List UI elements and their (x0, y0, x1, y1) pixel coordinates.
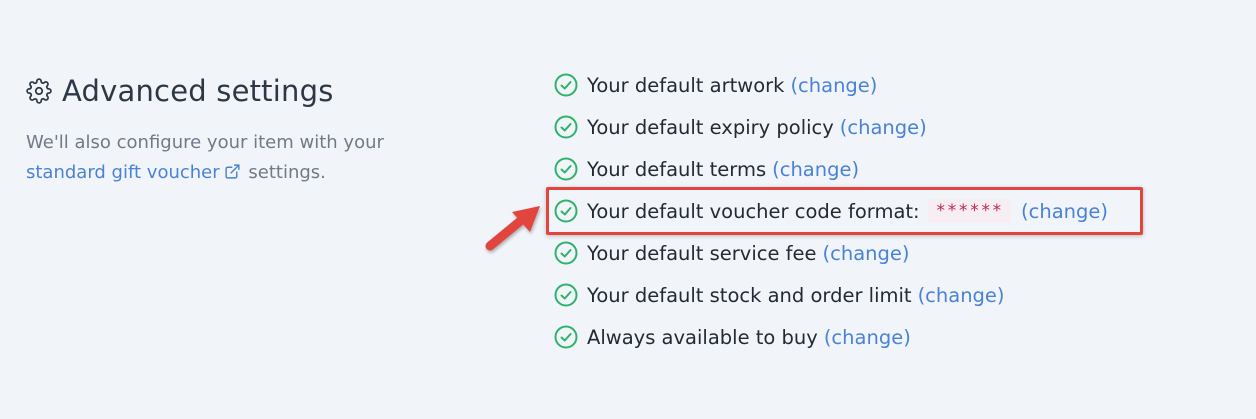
section-description: We'll also configure your item with your… (26, 128, 426, 190)
setting-label: Your default service fee (587, 241, 817, 265)
page: Advanced settings We'll also configure y… (0, 0, 1256, 419)
list-item: Your default stock and order limit (chan… (553, 274, 1108, 316)
pointer-arrow-icon (485, 206, 540, 251)
link-text: standard gift voucher (26, 162, 220, 183)
default-settings-list: Your default artwork (change) Your defau… (553, 64, 1108, 358)
check-circle-icon (554, 283, 578, 307)
description-suffix: settings. (248, 162, 326, 183)
external-link-icon (224, 160, 241, 190)
list-item: Your default expiry policy (change) (553, 106, 1108, 148)
advanced-settings-intro: Advanced settings We'll also configure y… (26, 72, 446, 190)
change-service-fee-link[interactable]: (change) (823, 242, 910, 265)
check-circle-icon (554, 199, 578, 223)
check-circle-icon (554, 115, 578, 139)
change-availability-link[interactable]: (change) (824, 326, 911, 349)
setting-label: Your default stock and order limit (587, 283, 912, 307)
section-title: Advanced settings (62, 74, 334, 108)
list-item: Your default voucher code format: ******… (553, 190, 1108, 232)
setting-label: Always available to buy (587, 325, 818, 349)
change-stock-order-limit-link[interactable]: (change) (918, 284, 1005, 307)
list-item: Your default artwork (change) (553, 64, 1108, 106)
setting-label: Your default terms (587, 157, 767, 181)
check-circle-icon (554, 325, 578, 349)
list-item: Your default terms (change) (553, 148, 1108, 190)
list-item: Always available to buy (change) (553, 316, 1108, 358)
setting-label: Your default expiry policy (587, 115, 834, 139)
check-circle-icon (554, 241, 578, 265)
section-heading: Advanced settings (26, 72, 446, 110)
check-circle-icon (554, 73, 578, 97)
change-expiry-policy-link[interactable]: (change) (840, 116, 927, 139)
setting-label: Your default voucher code format: (587, 199, 920, 223)
change-artwork-link[interactable]: (change) (790, 74, 877, 97)
change-voucher-code-format-link[interactable]: (change) (1021, 200, 1108, 223)
change-terms-link[interactable]: (change) (772, 158, 859, 181)
gear-icon (26, 78, 52, 104)
description-prefix: We'll also configure your item with your (26, 132, 384, 153)
check-circle-icon (554, 157, 578, 181)
list-item: Your default service fee (change) (553, 232, 1108, 274)
standard-gift-voucher-link[interactable]: standard gift voucher (26, 162, 243, 183)
setting-label: Your default artwork (587, 73, 785, 97)
voucher-code-format: ****** (927, 199, 1012, 223)
